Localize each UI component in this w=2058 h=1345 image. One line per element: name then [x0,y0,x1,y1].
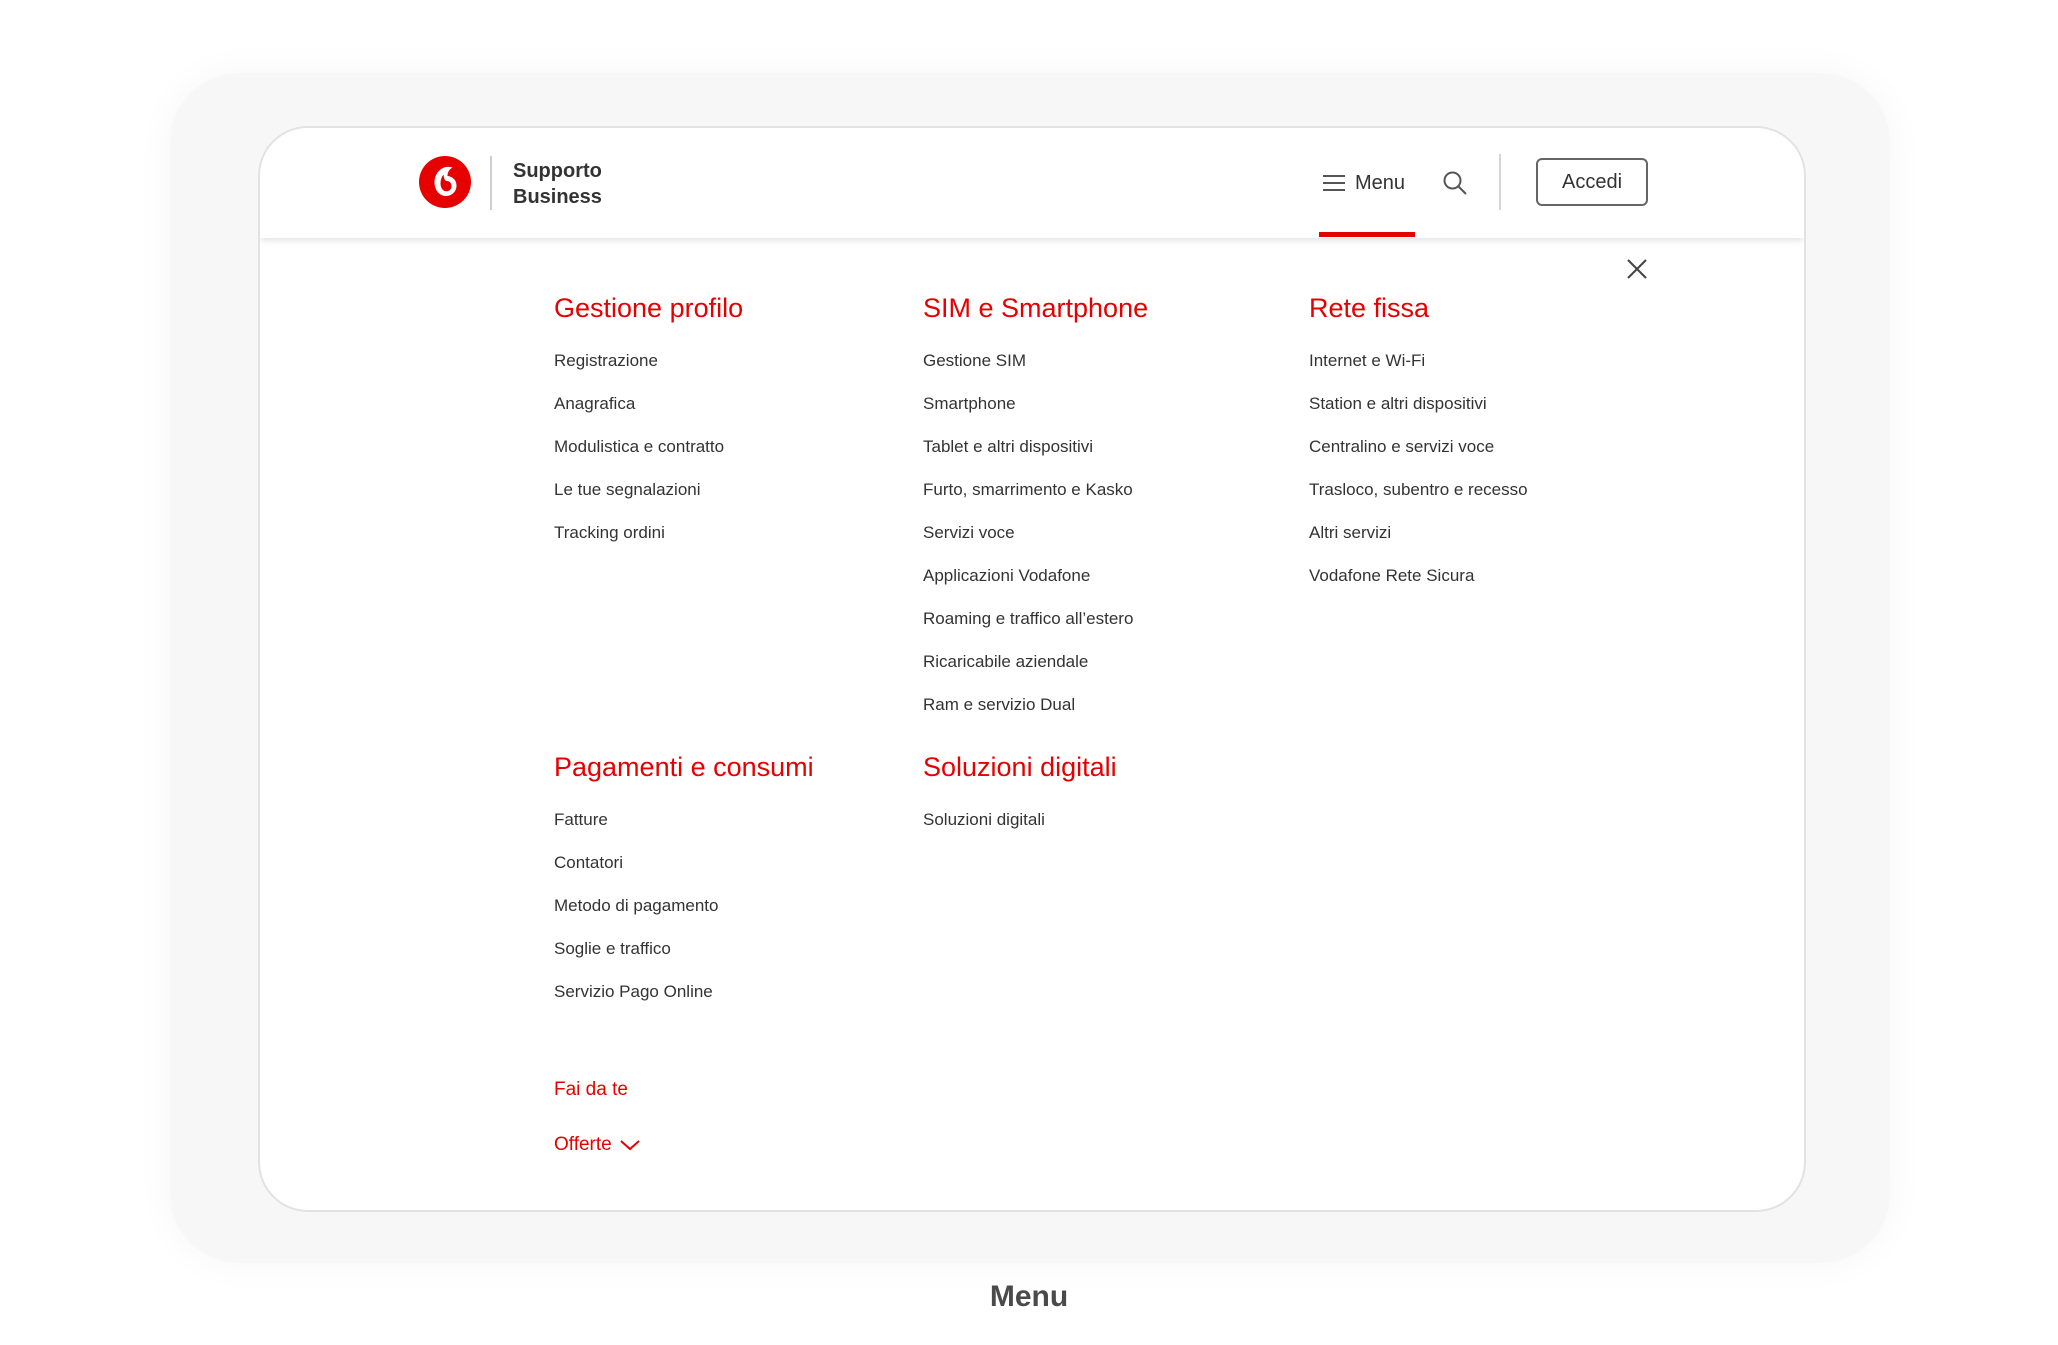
menu-link[interactable]: Servizio Pago Online [554,970,814,1013]
menu-button[interactable]: Menu [1323,168,1405,198]
login-button[interactable]: Accedi [1536,158,1648,206]
menu-link[interactable]: Fatture [554,798,814,841]
menu-section-pagamenti-consumi: Pagamenti e consumi Fatture Contatori Me… [554,750,814,1013]
menu-active-indicator [1319,232,1415,237]
menu-link[interactable]: Ricaricabile aziendale [923,640,1148,683]
section-title[interactable]: Pagamenti e consumi [554,750,814,784]
menu-link[interactable]: Roaming e traffico all’estero [923,597,1148,640]
brand-line-2: Business [513,186,602,208]
search-icon[interactable] [1442,170,1468,196]
menu-link[interactable]: Anagrafica [554,382,743,425]
menu-link[interactable]: Centralino e servizi voce [1309,425,1528,468]
header-divider [1499,154,1501,210]
close-icon[interactable] [1626,258,1648,280]
menu-link[interactable]: Modulistica e contratto [554,425,743,468]
menu-label: Menu [1355,171,1406,194]
logo-divider [490,156,492,210]
menu-link[interactable]: Gestione SIM [923,339,1148,382]
menu-link[interactable]: Soglie e traffico [554,927,814,970]
section-title[interactable]: Gestione profilo [554,291,743,325]
menu-section-gestione-profilo: Gestione profilo Registrazione Anagrafic… [554,291,743,554]
menu-link[interactable]: Station e altri dispositivi [1309,382,1528,425]
menu-link[interactable]: Tablet e altri dispositivi [923,425,1148,468]
screen: Supporto Business Menu Accedi Gestione p… [258,126,1806,1212]
menu-link[interactable]: Applicazioni Vodafone [923,554,1148,597]
brand-name[interactable]: Supporto Business [513,158,602,210]
menu-section-rete-fissa: Rete fissa Internet e Wi-Fi Station e al… [1309,291,1528,597]
menu-link[interactable]: Vodafone Rete Sicura [1309,554,1528,597]
menu-link[interactable]: Servizi voce [923,511,1148,554]
offerte-label: Offerte [554,1134,612,1155]
menu-link[interactable]: Altri servizi [1309,511,1528,554]
fai-da-te-label: Fai da te [554,1079,628,1100]
menu-link[interactable]: Le tue segnalazioni [554,468,743,511]
menu-link[interactable]: Soluzioni digitali [923,798,1117,841]
menu-link[interactable]: Furto, smarrimento e Kasko [923,468,1148,511]
vodafone-logo[interactable] [419,156,471,208]
menu-link[interactable]: Contatori [554,841,814,884]
section-title[interactable]: Soluzioni digitali [923,750,1117,784]
hamburger-icon [1323,175,1345,191]
brand-line-1: Supporto [513,160,602,182]
menu-link[interactable]: Registrazione [554,339,743,382]
menu-section-sim-smartphone: SIM e Smartphone Gestione SIM Smartphone… [923,291,1148,726]
menu-link[interactable]: Internet e Wi-Fi [1309,339,1528,382]
menu-link[interactable]: Smartphone [923,382,1148,425]
menu-section-soluzioni-digitali: Soluzioni digitali Soluzioni digitali [923,750,1117,841]
menu-link[interactable]: Trasloco, subentro e recesso [1309,468,1528,511]
menu-link[interactable]: Metodo di pagamento [554,884,814,927]
section-title[interactable]: SIM e Smartphone [923,291,1148,325]
fai-da-te-link[interactable]: Fai da te [554,1079,628,1101]
image-caption: Menu [989,1280,1069,1313]
menu-link[interactable]: Tracking ordini [554,511,743,554]
tablet-frame: Supporto Business Menu Accedi Gestione p… [170,73,1890,1263]
chevron-down-icon [620,1140,640,1151]
site-header: Supporto Business Menu Accedi [260,128,1804,238]
offerte-toggle[interactable]: Offerte [554,1134,640,1156]
menu-link[interactable]: Ram e servizio Dual [923,683,1148,726]
section-title[interactable]: Rete fissa [1309,291,1528,325]
